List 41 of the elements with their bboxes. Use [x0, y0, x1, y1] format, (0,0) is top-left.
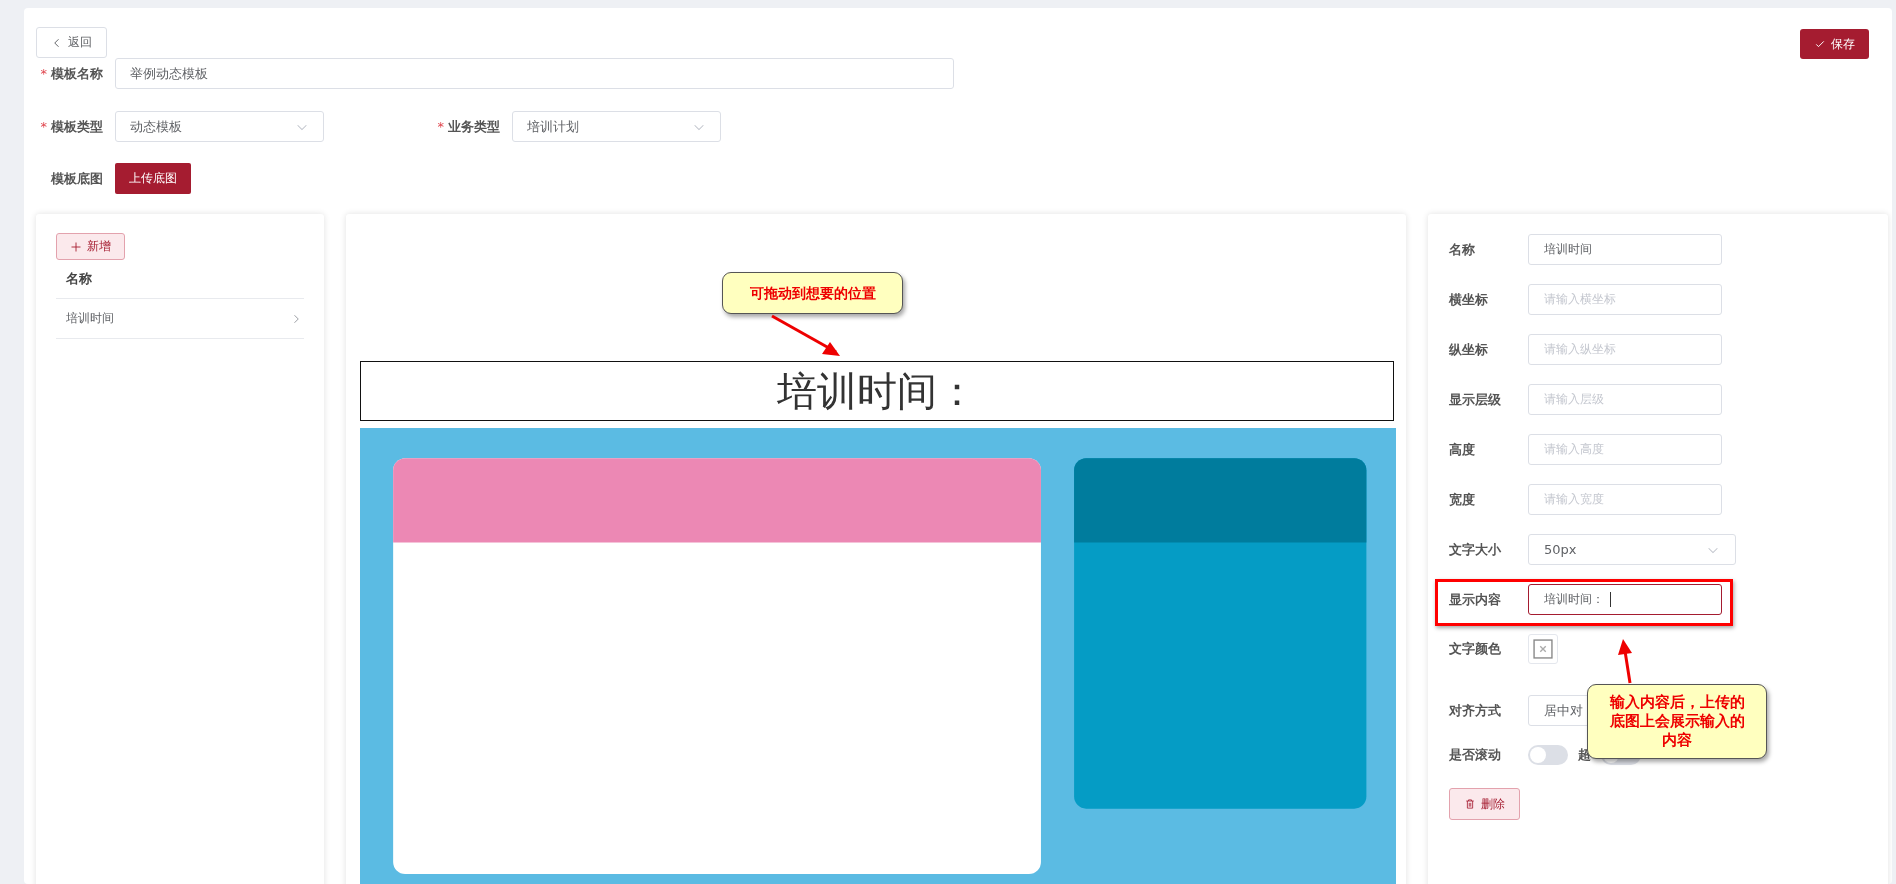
field-label: 高度 — [1449, 440, 1476, 459]
field-label: 模板名称 — [51, 65, 103, 81]
check-icon — [1814, 38, 1826, 50]
add-button[interactable]: 新增 — [56, 233, 125, 260]
upload-button[interactable]: 上传底图 — [115, 163, 191, 194]
text-element[interactable]: 培训时间： — [360, 361, 1394, 421]
field-label: 文字颜色 — [1449, 640, 1502, 658]
input-field[interactable]: 培训时间： — [1528, 584, 1722, 615]
trash-icon — [1464, 798, 1476, 810]
column-header: 名称 — [56, 260, 304, 299]
field-label: 横坐标 — [1449, 290, 1489, 309]
field-label: 纵坐标 — [1449, 340, 1489, 359]
back-button[interactable]: 返回 — [36, 27, 107, 58]
field-label: 业务类型 — [448, 118, 500, 134]
save-button[interactable]: 保存 — [1800, 29, 1869, 59]
callout-tooltip: 可拖动到想要的位置 — [722, 272, 903, 314]
select-field[interactable]: 50px — [1528, 534, 1736, 565]
input-field[interactable]: 举例动态模板 — [115, 58, 954, 89]
field-label: 宽度 — [1449, 490, 1476, 509]
select-field[interactable]: 培训计划 — [512, 111, 721, 142]
plus-icon — [70, 240, 82, 253]
field-label: 名称 — [1449, 240, 1476, 259]
empty-color-icon — [1532, 638, 1554, 660]
list-item[interactable]: 培训时间 — [66, 310, 114, 327]
field-label: 模板底图 — [51, 170, 103, 186]
field-label: 显示层级 — [1449, 390, 1502, 409]
field-label: 对齐方式 — [1449, 701, 1502, 720]
arrow — [770, 314, 842, 358]
input-field[interactable]: 培训时间 — [1528, 234, 1722, 265]
color-picker[interactable] — [1528, 634, 1558, 664]
field-label: 模板类型 — [51, 118, 103, 134]
field-label: 文字大小 — [1449, 540, 1502, 559]
field-label: 显示内容 — [1449, 590, 1502, 609]
field-label: 是否滚动 — [1449, 746, 1502, 764]
required-mark: * — [437, 118, 444, 134]
delete-button[interactable]: 删除 — [1449, 788, 1520, 820]
required-mark: * — [40, 65, 47, 81]
arrow — [1618, 639, 1634, 685]
select-field[interactable]: 动态模板 — [115, 111, 324, 142]
required-mark: * — [40, 118, 47, 134]
toggle-switch[interactable] — [1528, 745, 1568, 765]
